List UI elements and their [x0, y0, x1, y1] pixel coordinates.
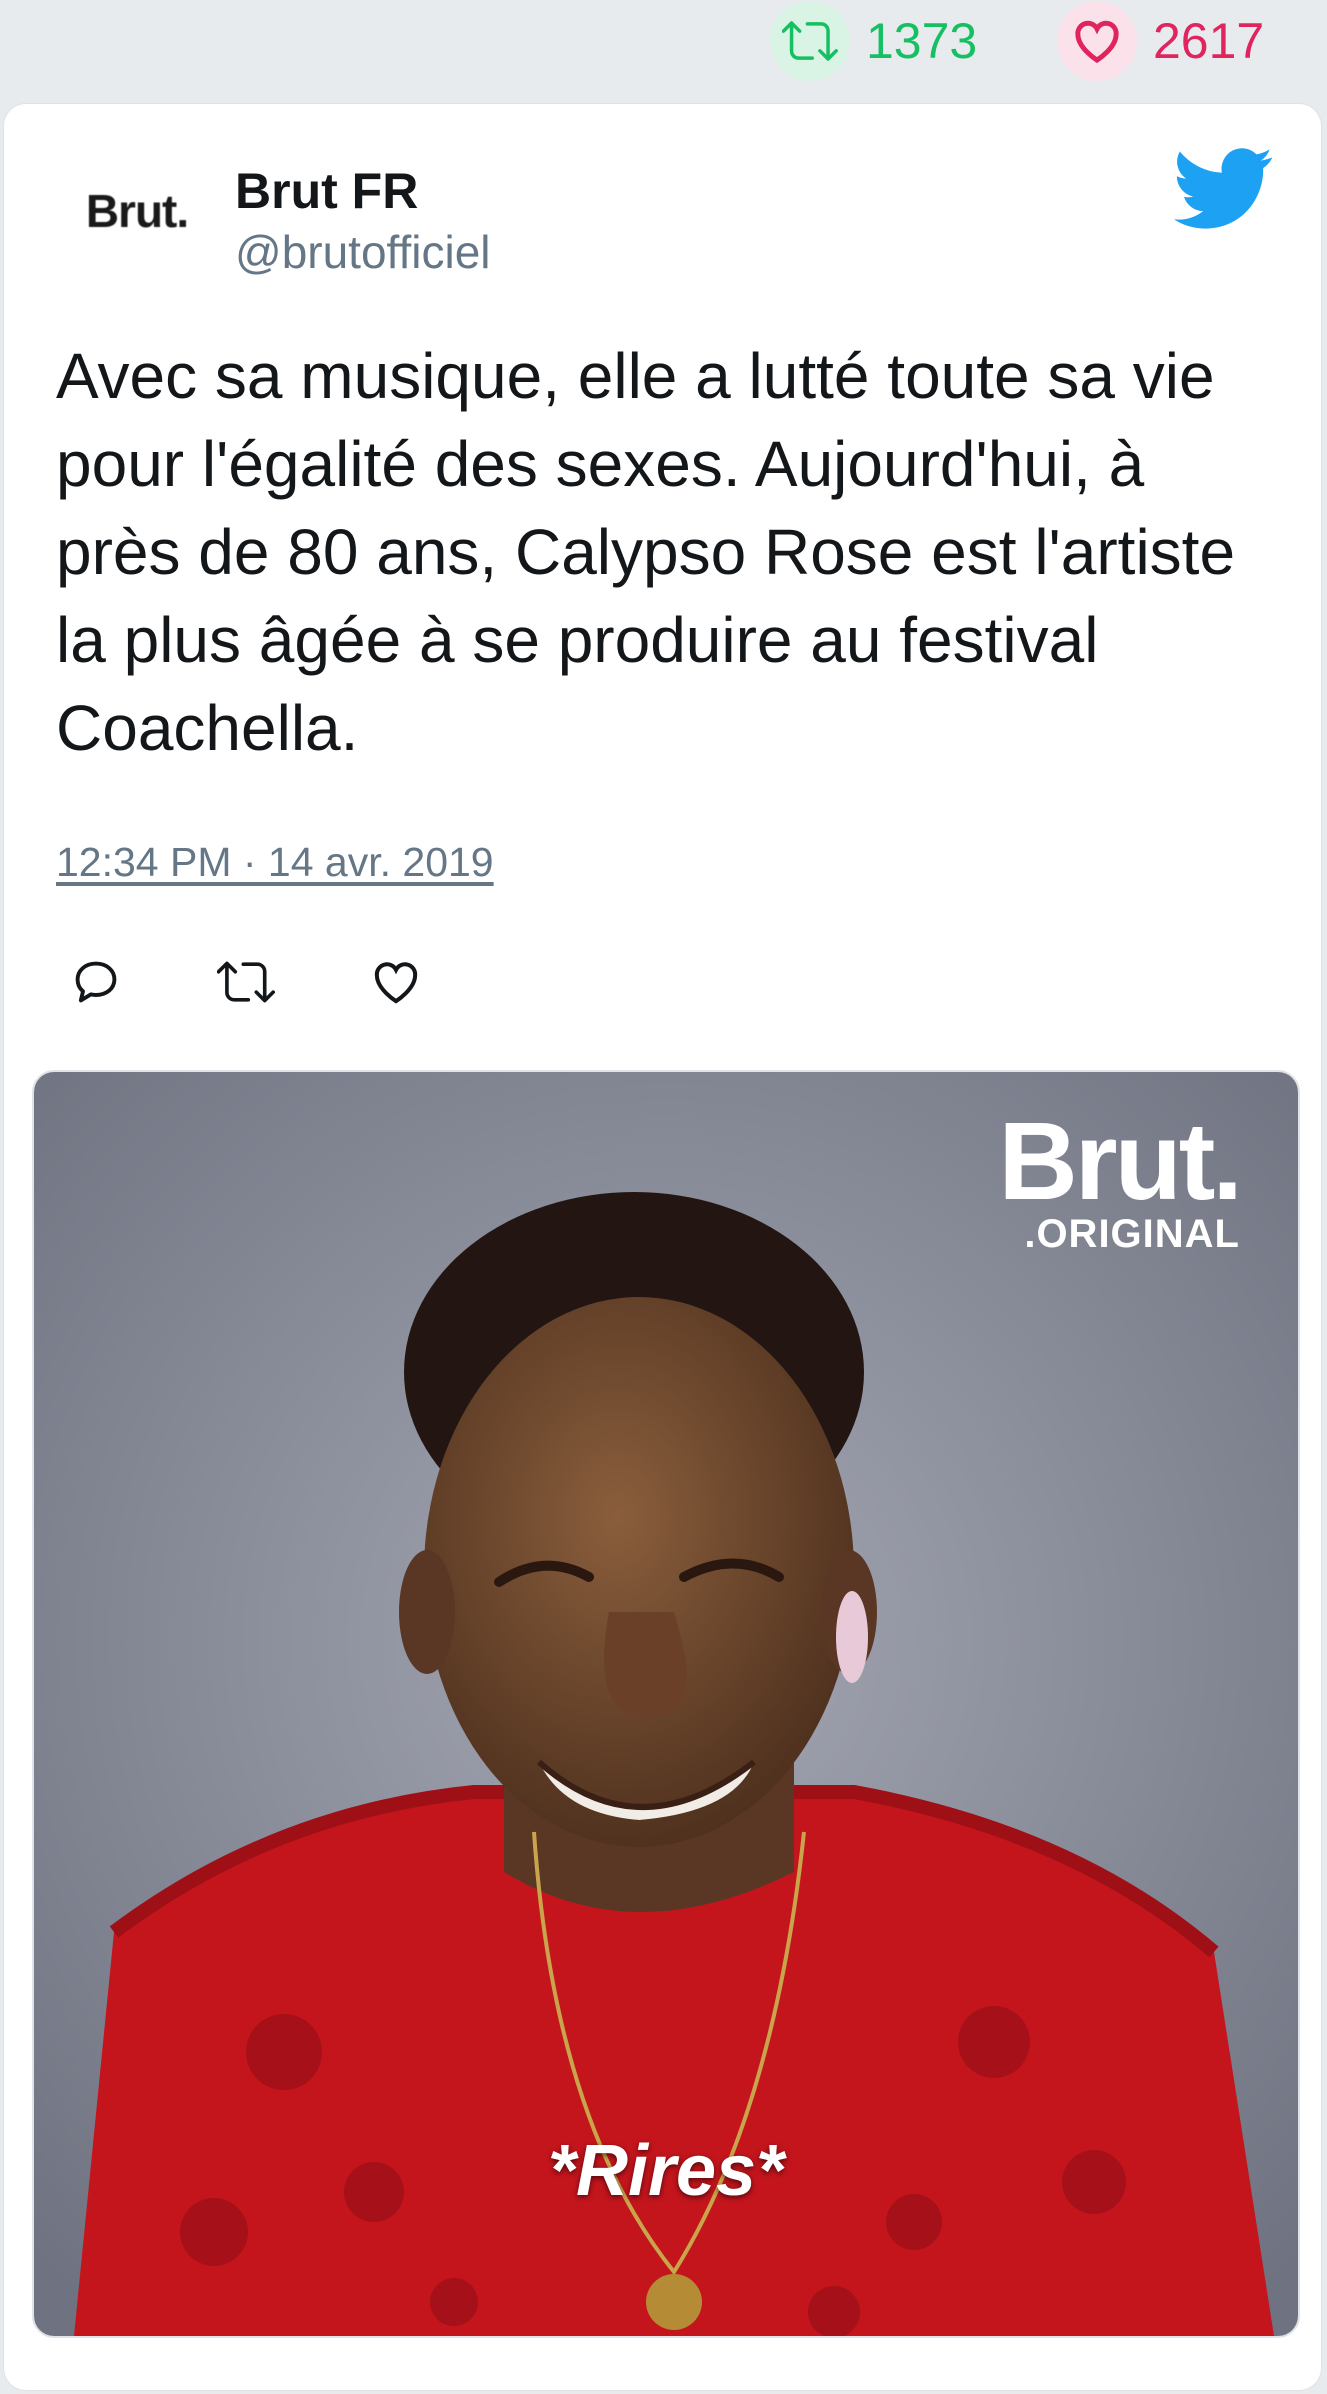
twitter-bird-icon[interactable] [1174, 146, 1274, 232]
like-stat[interactable]: 2617 [1057, 0, 1264, 82]
retweet-icon[interactable] [206, 942, 286, 1022]
brand-main: Brut. [998, 1100, 1243, 1223]
tweet-card[interactable]: Brut. Brut FR @brutofficiel Avec sa musi… [4, 104, 1321, 2390]
video-caption: *Rires* [547, 2131, 785, 2211]
brut-original-logo: Brut. .ORIGINAL [998, 1100, 1243, 1257]
tweet-text: Avec sa musique, elle a lutté toute sa v… [56, 340, 1236, 764]
avatar[interactable]: Brut. [42, 156, 232, 266]
heart-icon[interactable] [1057, 1, 1137, 81]
engagement-bar: 1373 2617 [0, 0, 1327, 90]
author-handle[interactable]: @brutofficiel [235, 225, 491, 279]
tweet-media[interactable]: Brut. .ORIGINAL *Rires* [32, 1070, 1300, 2338]
like-icon[interactable] [356, 942, 436, 1022]
retweet-icon[interactable] [770, 1, 850, 81]
tweet-timestamp[interactable]: 12:34 PM · 14 avr. 2019 [56, 839, 494, 886]
author-name[interactable]: Brut FR [235, 162, 418, 220]
brand-sub: .ORIGINAL [1024, 1212, 1240, 1256]
retweet-count: 1373 [866, 13, 978, 69]
like-count: 2617 [1153, 13, 1265, 69]
retweet-stat[interactable]: 1373 [770, 0, 977, 82]
avatar-logo: Brut. [85, 185, 189, 237]
reply-icon[interactable] [56, 942, 136, 1022]
